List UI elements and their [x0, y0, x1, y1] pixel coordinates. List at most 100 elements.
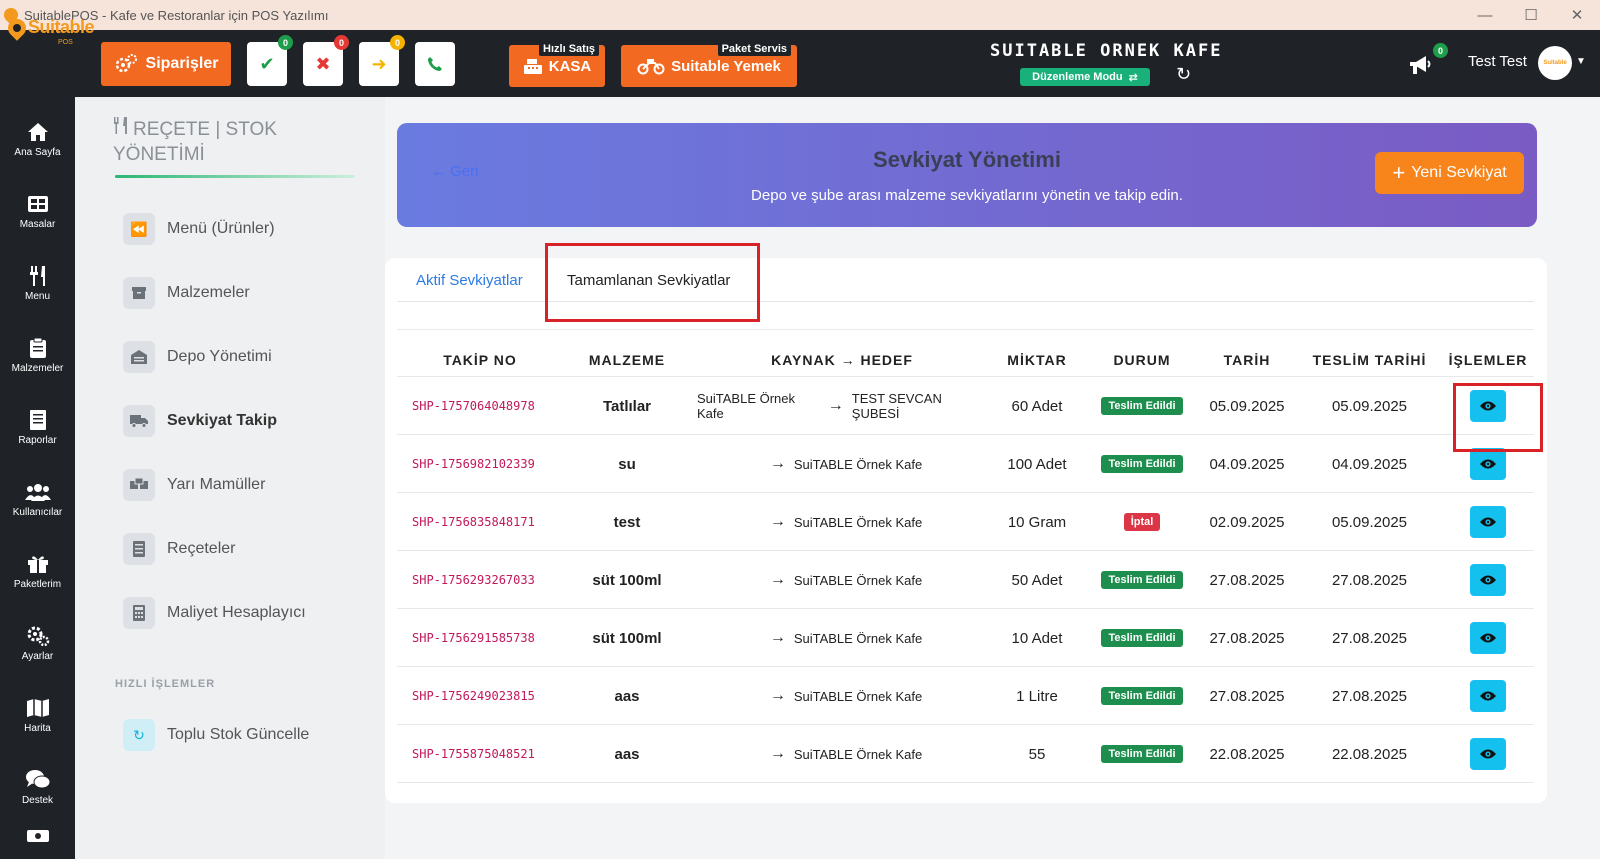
- view-button[interactable]: [1470, 738, 1506, 770]
- rail-item-settings[interactable]: Ayarlar: [0, 613, 75, 673]
- orders-button[interactable]: Siparişler: [101, 42, 231, 86]
- rail-item-materials[interactable]: Malzemeler: [0, 325, 75, 385]
- view-button[interactable]: [1470, 448, 1506, 480]
- table-row[interactable]: SHP-1757064048978 Tatlılar SuiTABLE Örnek …: [397, 376, 1534, 434]
- megaphone-icon: [1410, 56, 1431, 74]
- waiting-count-badge: 0: [390, 35, 405, 50]
- nav-item-warehouse[interactable]: Depo Yönetimi: [123, 339, 373, 375]
- clipboard-icon: [25, 336, 51, 360]
- material-name: Tatlılar: [602, 397, 652, 415]
- nav-item-menu-products[interactable]: ⏪ Menü (Ürünler): [123, 211, 373, 247]
- status-badge: Teslim Edildi: [1101, 745, 1183, 763]
- maximize-icon[interactable]: ☐: [1508, 0, 1554, 30]
- quantity: 55: [1028, 745, 1046, 763]
- status-cell: Teslim Edildi: [1087, 725, 1197, 783]
- stock-subnav: REÇETE | STOK YÖNETİMİ ⏪ Menü (Ürünler) …: [75, 97, 385, 859]
- suitable-logo[interactable]: Suitable POS: [4, 15, 95, 55]
- kasa-button[interactable]: Hızlı Satış KASA: [509, 42, 605, 87]
- table-icon: [25, 192, 51, 216]
- table-row[interactable]: SHP-1755875048521 aas → SuiTABLE Örnek Kafe…: [397, 724, 1534, 782]
- table-row[interactable]: SHP-1756249023815 aas → SuiTABLE Örnek Kafe…: [397, 666, 1534, 724]
- rail-label: Ayarlar: [21, 651, 54, 662]
- eye-icon: [1480, 691, 1496, 701]
- route-cell: → SuiTABLE Örnek Kafe: [697, 435, 987, 493]
- new-shipment-label: Yeni Sevkiyat: [1411, 164, 1507, 181]
- nav-item-recipes[interactable]: Reçeteler: [123, 531, 373, 567]
- table-row[interactable]: SHP-1756982102339 su → SuiTABLE Örnek Kafe 1…: [397, 434, 1534, 492]
- rail-item-home[interactable]: Ana Sayfa: [0, 109, 75, 169]
- arrow-right-icon: →: [769, 629, 786, 646]
- cancelled-orders-button[interactable]: ✖ 0: [303, 35, 349, 86]
- route-cell: → SuiTABLE Örnek Kafe: [697, 725, 987, 783]
- approved-orders-button[interactable]: ✔ 0: [247, 35, 293, 86]
- gears-icon: [115, 54, 137, 73]
- view-button[interactable]: [1470, 564, 1506, 596]
- arrow-right-icon: →: [769, 745, 786, 762]
- user-name[interactable]: Test Test: [1468, 53, 1527, 70]
- cancelled-count-badge: 0: [334, 35, 349, 50]
- table-row[interactable]: SHP-1756293267033 süt 100ml → SuiTABLE Örne…: [397, 550, 1534, 608]
- eye-icon: [1480, 575, 1496, 585]
- x-icon: ✖: [315, 53, 331, 74]
- nav-item-bulk-stock-update[interactable]: ↻ Toplu Stok Güncelle: [123, 717, 373, 753]
- chevron-down-icon[interactable]: ▼: [1576, 56, 1586, 67]
- rail-item-more[interactable]: [0, 813, 75, 859]
- suitable-yemek-button[interactable]: Paket Servis Suitable Yemek: [621, 42, 797, 87]
- new-shipment-button[interactable]: + Yeni Sevkiyat: [1375, 152, 1524, 194]
- quantity: 60 Adet: [1011, 397, 1063, 415]
- material-name: test: [613, 513, 641, 531]
- route-cell: → SuiTABLE Örnek Kafe: [697, 493, 987, 551]
- rail-label: Malzemeler: [11, 363, 64, 374]
- edit-mode-toggle[interactable]: Düzenleme Modu ⇄: [1020, 68, 1150, 86]
- nav-label: Depo Yönetimi: [167, 348, 272, 365]
- subnav-heading: REÇETE | STOK YÖNETİMİ: [113, 117, 363, 167]
- logo-subtext: POS: [58, 39, 73, 46]
- nav-item-materials[interactable]: Malzemeler: [123, 275, 373, 311]
- nav-label: Yarı Mamüller: [167, 476, 266, 493]
- money-icon: [25, 824, 51, 848]
- actions-cell: [1442, 609, 1534, 667]
- route-target: TEST SEVCAN ŞUBESİ: [851, 391, 942, 421]
- rail-item-menu[interactable]: Menu: [0, 253, 75, 313]
- rail-item-support[interactable]: Destek: [0, 757, 75, 817]
- view-button[interactable]: [1470, 506, 1506, 538]
- minimize-icon[interactable]: —: [1462, 0, 1508, 30]
- table-row[interactable]: SHP-1756835848171 test → SuiTABLE Örnek Kaf…: [397, 492, 1534, 550]
- nav-item-semi-products[interactable]: Yarı Mamüller: [123, 467, 373, 503]
- tab-active-shipments[interactable]: Aktif Sevkiyatlar: [416, 272, 523, 289]
- route-target: SuiTABLE Örnek Kafe: [793, 688, 923, 704]
- rail-item-users[interactable]: Kullanıcılar: [0, 469, 75, 529]
- arrow-right-icon: →: [769, 687, 786, 704]
- notification-count-badge: 0: [1433, 43, 1448, 58]
- refresh-icon[interactable]: ↻: [1176, 64, 1191, 85]
- notifications-button[interactable]: 0: [1408, 43, 1448, 79]
- nav-label: Sevkiyat Takip: [167, 412, 277, 429]
- subnav-heading-text: REÇETE | STOK YÖNETİMİ: [113, 119, 277, 165]
- view-button[interactable]: [1470, 622, 1506, 654]
- kasa-label: KASA: [548, 57, 592, 75]
- status-badge: İptal: [1123, 513, 1161, 531]
- status-cell: İptal: [1087, 493, 1197, 551]
- phone-orders-button[interactable]: [415, 42, 455, 86]
- arrow-right-icon: ➜: [371, 53, 387, 74]
- rail-label: Destek: [21, 795, 54, 806]
- nav-item-cost-calculator[interactable]: Maliyet Hesaplayıcı: [123, 595, 373, 631]
- close-window-icon[interactable]: ✕: [1554, 0, 1600, 30]
- rail-item-map[interactable]: Harita: [0, 685, 75, 745]
- phone-icon: [428, 57, 442, 71]
- avatar[interactable]: Suitable: [1538, 46, 1572, 80]
- rail-label: Kullanıcılar: [12, 507, 63, 518]
- delivery-date: 04.09.2025: [1331, 455, 1408, 473]
- status-badge: Teslim Edildi: [1101, 629, 1183, 647]
- rail-item-packages[interactable]: Paketlerim: [0, 541, 75, 601]
- eye-icon: [1480, 517, 1496, 527]
- table-row[interactable]: SHP-1756291585738 süt 100ml → SuiTABLE Örne…: [397, 608, 1534, 666]
- truck-icon: [123, 405, 155, 437]
- utensils-icon: [113, 117, 129, 142]
- rail-item-reports[interactable]: Raporlar: [0, 397, 75, 457]
- rail-item-tables[interactable]: Masalar: [0, 181, 75, 241]
- nav-item-shipment-tracking[interactable]: Sevkiyat Takip: [123, 403, 373, 439]
- waiting-orders-button[interactable]: ➜ 0: [359, 35, 405, 86]
- view-button[interactable]: [1470, 680, 1506, 712]
- page-subtitle: Depo ve şube arası malzeme sevkiyatların…: [751, 187, 1183, 204]
